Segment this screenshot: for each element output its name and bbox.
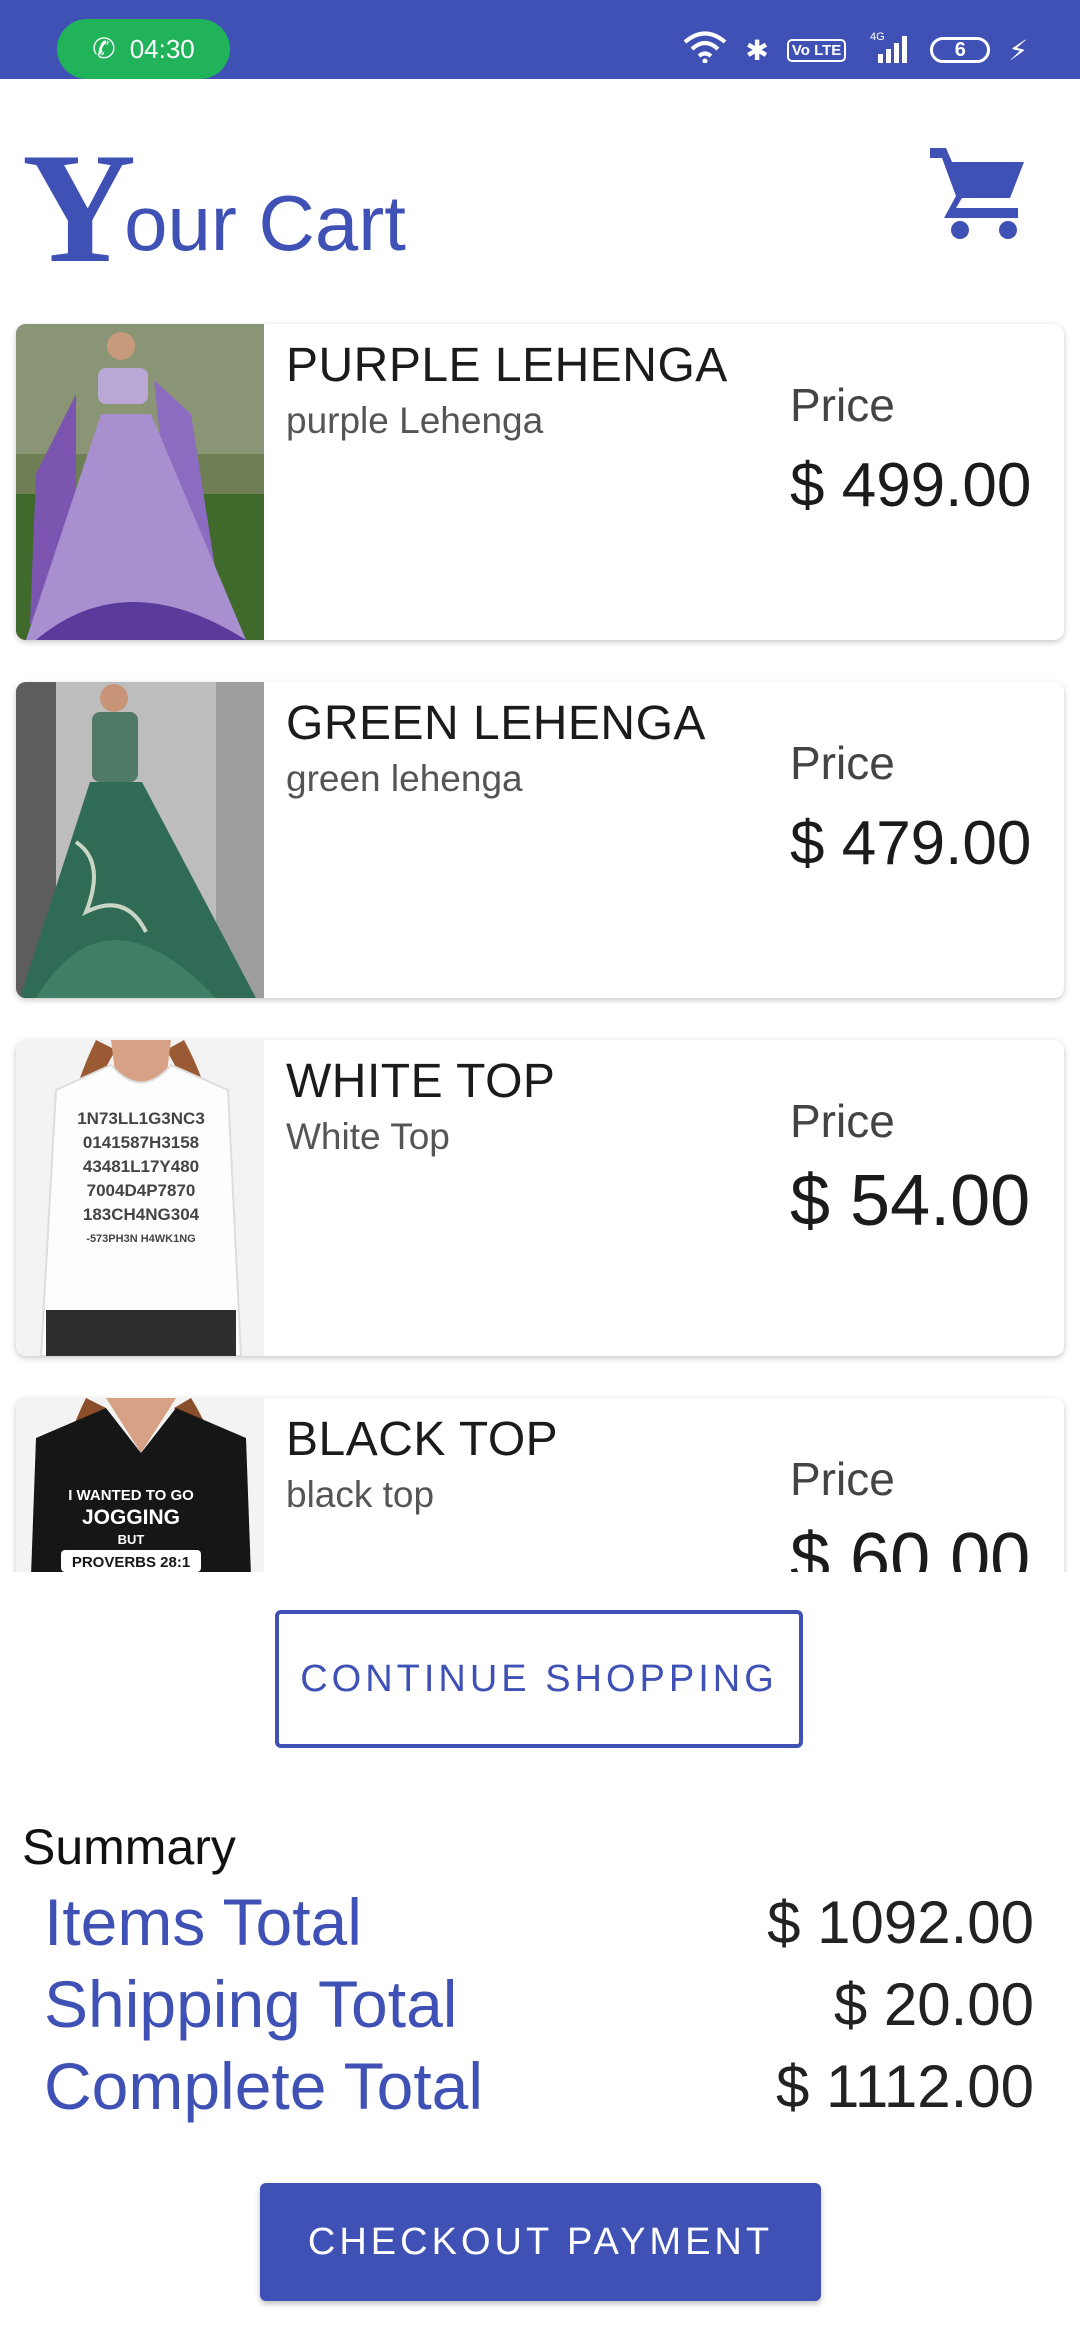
page-title-text: our Cart — [124, 179, 406, 267]
cart-item[interactable]: 1N73LL1G3NC3 0141587H3158 43481L17Y480 7… — [16, 1040, 1064, 1356]
cart-list[interactable]: PURPLE LEHENGA purple Lehenga Price $ 49… — [0, 318, 1080, 1572]
phone-icon: ✆ — [92, 33, 116, 64]
product-description: purple Lehenga — [286, 400, 544, 441]
bluetooth-icon: ✱ — [745, 34, 769, 66]
price-label: Price — [790, 379, 895, 431]
product-image: I WANTED TO GO JOGGING BUT PROVERBS 28:1 — [16, 1398, 264, 1572]
ongoing-call-pill[interactable]: ✆ 04:30 — [57, 19, 230, 79]
shirt-print-line: -573PH3N H4WK1NG — [86, 1233, 195, 1245]
product-price: $ 54.00 — [790, 1161, 1031, 1241]
product-description: White Top — [286, 1116, 450, 1157]
page-title: Y our Cart — [22, 121, 406, 296]
cart-icon[interactable] — [928, 142, 1028, 242]
items-total-value: $ 1092.00 — [767, 1889, 1034, 1956]
price-label: Price — [790, 1095, 895, 1147]
status-time: 04:30 — [129, 33, 195, 64]
status-bar: ✆ 04:30 ✱ Vo LTE 4G 6 ⚡ — [0, 0, 1080, 79]
shirt-print-line: 183CH4NG304 — [83, 1205, 200, 1224]
product-price: $ 60.00 — [790, 1519, 1031, 1572]
battery-level: 6 — [954, 38, 966, 61]
product-description: black top — [286, 1474, 435, 1515]
shirt-print-line: I WANTED TO GO — [68, 1487, 194, 1504]
product-name: PURPLE LEHENGA — [286, 339, 728, 392]
product-name: BLACK TOP — [286, 1413, 559, 1466]
shipping-total-value: $ 20.00 — [833, 1971, 1034, 2038]
price-label: Price — [790, 1453, 895, 1505]
cart-item[interactable]: GREEN LEHENGA green lehenga Price $ 479.… — [16, 682, 1064, 998]
product-description: green lehenga — [286, 758, 523, 799]
charging-icon: ⚡ — [1008, 34, 1028, 66]
cart-item[interactable]: PURPLE LEHENGA purple Lehenga Price $ 49… — [16, 324, 1064, 640]
shirt-print-line: 43481L17Y480 — [83, 1157, 199, 1176]
complete-total-value: $ 1112.00 — [775, 2053, 1034, 2120]
product-price: $ 479.00 — [790, 809, 1032, 878]
product-image: 1N73LL1G3NC3 0141587H3158 43481L17Y480 7… — [16, 1040, 264, 1356]
complete-total-row: Complete Total $ 1112.00 — [44, 2048, 1034, 2128]
signal-icon: 4G — [864, 30, 912, 71]
product-image — [16, 324, 264, 640]
shirt-print-line: 7004D4P7870 — [87, 1181, 196, 1200]
summary-title: Summary — [22, 1819, 236, 1875]
product-name: GREEN LEHENGA — [286, 697, 706, 750]
shirt-print-line: JOGGING — [82, 1506, 180, 1529]
items-total-row: Items Total $ 1092.00 — [44, 1884, 1034, 1964]
shirt-print-line: 1N73LL1G3NC3 — [77, 1109, 205, 1128]
status-icons: ✱ Vo LTE 4G 6 ⚡ — [683, 22, 1028, 78]
shipping-total-label: Shipping Total — [44, 1967, 458, 2041]
product-name: WHITE TOP — [286, 1055, 556, 1108]
shirt-print-line: BUT — [118, 1532, 145, 1547]
product-image — [16, 682, 264, 998]
checkout-payment-button[interactable]: CHECKOUT PAYMENT — [260, 2183, 821, 2301]
product-price: $ 499.00 — [790, 451, 1032, 520]
shirt-print-line: PROVERBS 28:1 — [72, 1554, 190, 1571]
wifi-icon — [683, 31, 727, 70]
cart-item[interactable]: I WANTED TO GO JOGGING BUT PROVERBS 28:1… — [16, 1398, 1064, 1572]
shirt-print-line: 0141587H3158 — [83, 1133, 199, 1152]
volte-badge: Vo LTE — [786, 38, 847, 62]
complete-total-label: Complete Total — [44, 2049, 484, 2123]
items-total-label: Items Total — [44, 1885, 362, 1959]
battery-icon: 6 — [930, 37, 991, 63]
continue-shopping-button[interactable]: CONTINUE SHOPPING — [275, 1610, 803, 1748]
network-type: 4G — [870, 31, 885, 43]
page-title-initial: Y — [22, 121, 137, 296]
price-label: Price — [790, 737, 895, 789]
shipping-total-row: Shipping Total $ 20.00 — [44, 1966, 1034, 2046]
